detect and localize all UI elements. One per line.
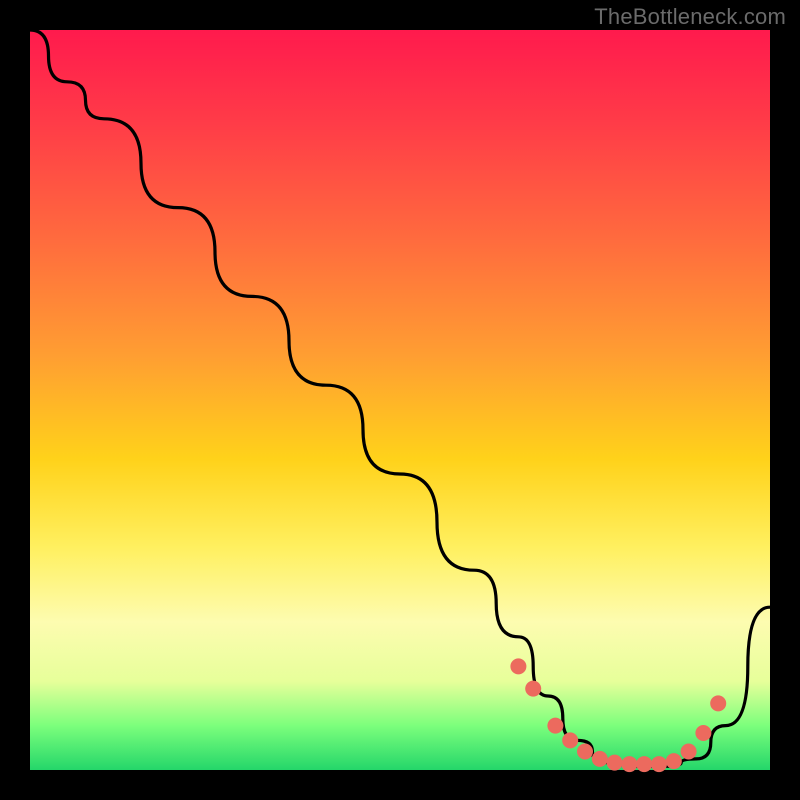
marker-dot — [510, 658, 526, 674]
marker-dot — [525, 681, 541, 697]
marker-dot — [607, 755, 623, 771]
marker-dot — [547, 718, 563, 734]
marker-dot — [710, 695, 726, 711]
marker-dot — [621, 756, 637, 772]
marker-dot — [681, 744, 697, 760]
marker-dot — [695, 725, 711, 741]
flat-region-dots — [510, 658, 726, 772]
marker-dot — [636, 756, 652, 772]
watermark-label: TheBottleneck.com — [594, 4, 786, 30]
plot-frame — [30, 30, 770, 770]
chart-stage: TheBottleneck.com — [0, 0, 800, 800]
marker-dot — [592, 751, 608, 767]
marker-dot — [666, 753, 682, 769]
marker-dot — [577, 744, 593, 760]
plot-svg — [30, 30, 770, 770]
bottleneck-curve — [30, 30, 770, 766]
marker-dot — [651, 756, 667, 772]
marker-dot — [562, 732, 578, 748]
